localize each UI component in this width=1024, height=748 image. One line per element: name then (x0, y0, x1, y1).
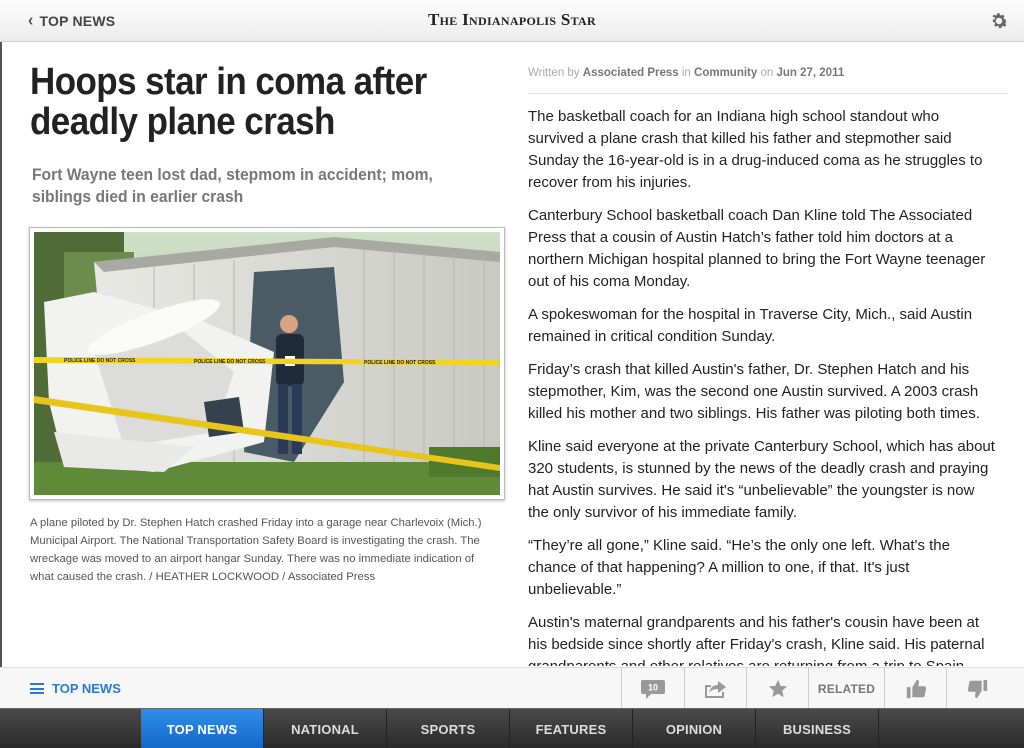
thumbs-down-icon (967, 679, 987, 698)
like-button[interactable] (884, 668, 946, 709)
top-bar: ‹ TOP NEWS The Indianapolis Star (0, 0, 1024, 42)
thumbs-up-icon (906, 679, 926, 698)
tab-sports[interactable]: SPORTS (387, 709, 510, 748)
byline-in: in (681, 67, 691, 79)
article-paragraph: “They’re all gone,” Kline said. “He’s th… (528, 537, 950, 598)
favorite-button[interactable] (746, 668, 808, 709)
byline-author[interactable]: Associated Press (583, 67, 679, 79)
svg-text:POLICE LINE DO NOT CROSS: POLICE LINE DO NOT CROSS (194, 359, 266, 365)
byline-written-by: Written by (528, 67, 580, 79)
brand-logo: The Indianapolis Star (427, 10, 596, 29)
article-body[interactable]: The basketball coach for an Indiana high… (528, 106, 998, 666)
tab-features[interactable]: FEATURES (510, 709, 633, 748)
related-button[interactable]: RELATED (808, 668, 884, 709)
gear-icon[interactable] (988, 10, 1010, 32)
article-paragraph: Austin's maternal grandparents and his f… (528, 614, 985, 666)
article-paragraph: Canterbury School basketball coach Dan K… (528, 207, 986, 290)
section-link-label: TOP NEWS (52, 681, 121, 696)
article-headline: Hoops star in coma after deadly plane cr… (30, 61, 427, 143)
comments-button[interactable]: 10 (621, 668, 684, 709)
svg-text:POLICE LINE DO NOT CROSS: POLICE LINE DO NOT CROSS (364, 360, 436, 366)
article-paragraph: The basketball coach for an Indiana high… (528, 108, 983, 191)
article-paragraph: Friday’s crash that killed Austin's fath… (528, 361, 980, 422)
article-paragraph: A spokeswoman for the hospital in Traver… (528, 306, 973, 345)
byline-section[interactable]: Community (694, 67, 757, 79)
byline-on: on (760, 67, 774, 79)
share-icon (704, 680, 726, 698)
svg-text:POLICE LINE DO NOT CROSS: POLICE LINE DO NOT CROSS (64, 358, 136, 364)
article-actions: 10 RELATED (621, 668, 1008, 709)
top-news-section-link[interactable]: TOP NEWS (30, 681, 121, 696)
comment-count: 10 (648, 682, 658, 692)
photo-caption: A plane piloted by Dr. Stephen Hatch cra… (30, 517, 482, 583)
article-photo[interactable]: POLICE LINE DO NOT CROSS POLICE LINE DO … (29, 227, 505, 500)
article-paragraph: Kline said everyone at the private Cante… (528, 438, 995, 521)
byline: Written by Associated Press in Community… (528, 67, 1008, 94)
star-icon (768, 679, 787, 697)
section-tab-bar: TOP NEWS NATIONAL SPORTS FEATURES OPINIO… (0, 708, 1024, 748)
tab-business[interactable]: BUSINESS (756, 709, 879, 748)
action-bar: TOP NEWS 10 RELATED (0, 667, 1024, 709)
byline-date: Jun 27, 2011 (776, 67, 845, 79)
comment-icon: 10 (641, 679, 665, 699)
dislike-button[interactable] (946, 668, 1008, 709)
tab-top-news[interactable]: TOP NEWS (141, 709, 264, 748)
article-subhead: Fort Wayne teen lost dad, stepmom in acc… (32, 165, 433, 206)
left-edge-divider (0, 0, 2, 706)
tab-opinion[interactable]: OPINION (633, 709, 756, 748)
list-icon (30, 683, 44, 694)
plane-crash-photo: POLICE LINE DO NOT CROSS POLICE LINE DO … (34, 232, 500, 495)
share-button[interactable] (684, 668, 746, 709)
tab-national[interactable]: NATIONAL (264, 709, 387, 748)
